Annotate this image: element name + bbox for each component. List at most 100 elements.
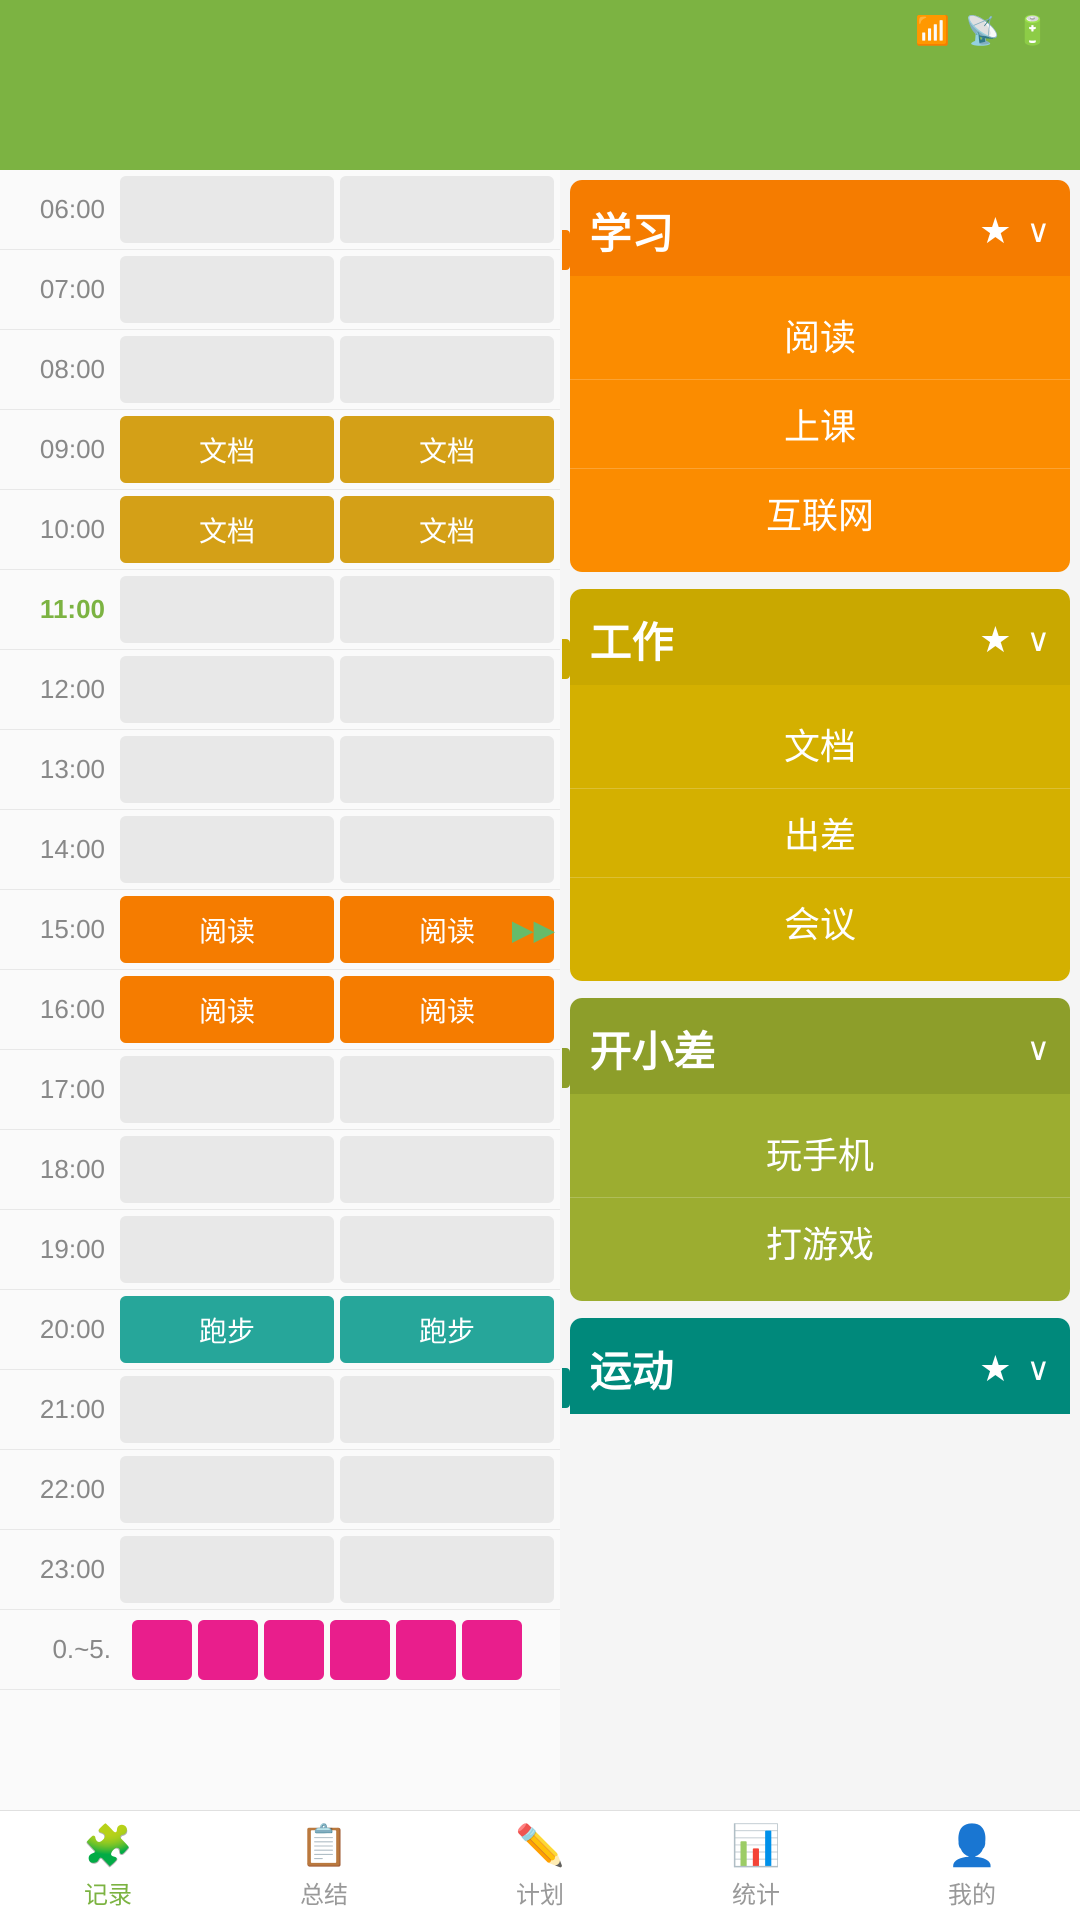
category-title: 工作 — [590, 609, 674, 670]
status-bar: 📶 📡 🔋 — [0, 0, 1080, 60]
category-card: 开小差∨玩手机打游戏 — [570, 998, 1070, 1301]
time-cell[interactable]: 阅读 — [340, 976, 554, 1043]
time-label: 11:00 — [0, 594, 120, 625]
category-header[interactable]: 开小差∨ — [570, 998, 1070, 1094]
time-label: 09:00 — [0, 434, 120, 465]
time-cell[interactable]: 阅读 — [120, 896, 334, 963]
time-cell[interactable] — [120, 576, 334, 643]
time-cells — [120, 810, 560, 889]
time-cell[interactable] — [340, 736, 554, 803]
nav-item-mine[interactable]: 👤我的 — [864, 1811, 1080, 1920]
category-body: 阅读上课互联网 — [570, 276, 1070, 572]
chevron-down-icon[interactable]: ∨ — [1027, 1350, 1050, 1388]
time-label: 20:00 — [0, 1314, 120, 1345]
time-cell[interactable]: 跑步 — [120, 1296, 334, 1363]
pink-square[interactable] — [198, 1620, 258, 1680]
time-label: 15:00 — [0, 914, 120, 945]
time-label: 18:00 — [0, 1154, 120, 1185]
time-cell[interactable] — [340, 1376, 554, 1443]
nav-icon-plan: ✏️ — [515, 1822, 565, 1869]
category-card-slack: 开小差∨玩手机打游戏 — [570, 998, 1070, 1301]
category-header[interactable]: 运动★∨ — [570, 1318, 1070, 1414]
time-cell[interactable] — [340, 1136, 554, 1203]
signal-icon: 📡 — [965, 14, 1000, 47]
time-row: 17:00 — [0, 1050, 560, 1130]
category-body: 玩手机打游戏 — [570, 1094, 1070, 1301]
pink-square[interactable] — [132, 1620, 192, 1680]
star-icon[interactable]: ★ — [979, 619, 1011, 661]
forward-arrow-icon[interactable]: ▶▶ — [512, 914, 555, 947]
chevron-down-icon[interactable]: ∨ — [1027, 1030, 1050, 1068]
nav-item-stats[interactable]: 📊统计 — [648, 1811, 864, 1920]
time-label: 14:00 — [0, 834, 120, 865]
nav-label-record: 记录 — [84, 1875, 132, 1910]
time-cell[interactable] — [340, 816, 554, 883]
time-cell[interactable]: 文档 — [120, 416, 334, 483]
time-cell[interactable] — [120, 656, 334, 723]
chevron-down-icon[interactable]: ∨ — [1027, 212, 1050, 250]
time-cells — [120, 170, 560, 249]
time-cell[interactable] — [340, 176, 554, 243]
time-row: 19:00 — [0, 1210, 560, 1290]
nav-icon-record: 🧩 — [83, 1822, 133, 1869]
time-cells: 跑步跑步 — [120, 1290, 560, 1369]
time-cell[interactable] — [120, 1216, 334, 1283]
category-header[interactable]: 工作 ★ ∨ — [570, 589, 1070, 685]
category-item[interactable]: 出差 — [570, 789, 1070, 878]
time-cell[interactable] — [340, 576, 554, 643]
time-cell[interactable] — [120, 336, 334, 403]
category-item[interactable]: 上课 — [570, 380, 1070, 469]
time-cell[interactable] — [340, 1216, 554, 1283]
pink-square[interactable] — [396, 1620, 456, 1680]
time-cell[interactable] — [120, 736, 334, 803]
time-cell[interactable] — [120, 1376, 334, 1443]
category-card: 学习★∨阅读上课互联网 — [570, 180, 1070, 572]
time-cell[interactable] — [120, 1056, 334, 1123]
time-label: 08:00 — [0, 354, 120, 385]
category-item[interactable]: 会议 — [570, 878, 1070, 966]
time-row: 11:00 — [0, 570, 560, 650]
nav-item-summary[interactable]: 📋 总结 — [216, 1811, 432, 1920]
nav-label-plan: 计划 — [516, 1875, 564, 1910]
pink-square[interactable] — [330, 1620, 390, 1680]
time-cell[interactable]: 跑步 — [340, 1296, 554, 1363]
time-cell[interactable] — [120, 1536, 334, 1603]
pink-square[interactable] — [462, 1620, 522, 1680]
time-cell[interactable] — [120, 1136, 334, 1203]
time-cells — [120, 1370, 560, 1449]
nav-item-plan[interactable]: ✏️ 计划 — [432, 1811, 648, 1920]
nav-label-summary: 总结 — [300, 1875, 348, 1910]
time-cell[interactable] — [120, 256, 334, 323]
time-row: 10:00文档文档 — [0, 490, 560, 570]
nav-item-record[interactable]: 🧩 记录 — [0, 1811, 216, 1920]
time-cell[interactable] — [340, 1056, 554, 1123]
time-cell[interactable] — [340, 1456, 554, 1523]
chevron-down-icon[interactable]: ∨ — [1027, 621, 1050, 659]
time-cell[interactable] — [340, 656, 554, 723]
category-item[interactable]: 互联网 — [570, 469, 1070, 557]
pink-square[interactable] — [264, 1620, 324, 1680]
time-cell[interactable] — [120, 816, 334, 883]
time-cell[interactable] — [340, 1536, 554, 1603]
time-cell[interactable]: 阅读 — [120, 976, 334, 1043]
time-cell[interactable] — [340, 256, 554, 323]
time-cell[interactable]: 文档 — [340, 496, 554, 563]
category-icons: ★∨ — [979, 210, 1050, 252]
category-item[interactable]: 文档 — [570, 700, 1070, 789]
time-cells: 阅读阅读 — [120, 890, 560, 969]
time-cell[interactable]: 文档 — [120, 496, 334, 563]
time-cells — [120, 250, 560, 329]
star-icon[interactable]: ★ — [979, 210, 1011, 252]
nav-icon-summary: 📋 — [299, 1822, 349, 1869]
category-body: 文档出差会议 — [570, 685, 1070, 981]
star-icon[interactable]: ★ — [979, 1348, 1011, 1390]
time-cell[interactable] — [340, 336, 554, 403]
time-cell[interactable]: 文档 — [340, 416, 554, 483]
time-label: 16:00 — [0, 994, 120, 1025]
category-header[interactable]: 学习★∨ — [570, 180, 1070, 276]
category-item[interactable]: 玩手机 — [570, 1109, 1070, 1198]
category-item[interactable]: 打游戏 — [570, 1198, 1070, 1286]
time-cell[interactable] — [120, 1456, 334, 1523]
category-item[interactable]: 阅读 — [570, 291, 1070, 380]
time-cell[interactable] — [120, 176, 334, 243]
